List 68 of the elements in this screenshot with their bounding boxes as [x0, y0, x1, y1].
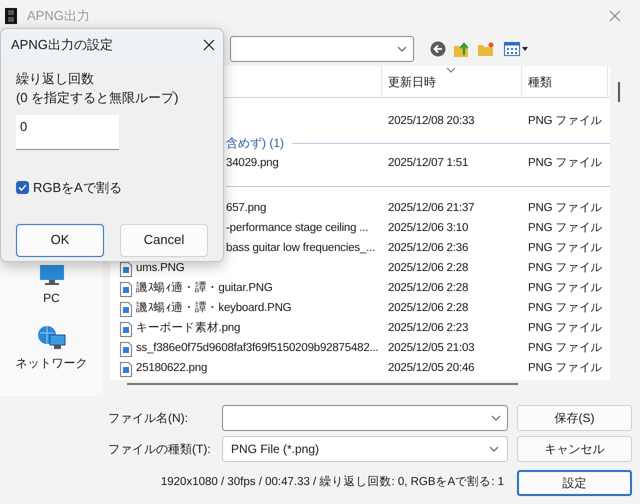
cancel-button[interactable]: Cancel — [120, 224, 208, 256]
loop-count-field[interactable]: 0 — [16, 115, 119, 150]
dialog-title: APNG出力の設定 — [11, 36, 114, 54]
checkbox-label: RGBをAで割る — [33, 179, 122, 197]
type-cell-text: PNG ファイル — [527, 221, 603, 236]
dropdown-value: PNG File (*.png) — [231, 441, 320, 458]
date-cell-text: 2025/12/05 21:03 — [387, 341, 476, 356]
save-button[interactable]: 保存(S) — [517, 405, 632, 431]
type-cell-text: PNG ファイル — [527, 156, 603, 172]
vertical-scrollbar[interactable] — [618, 82, 620, 102]
close-icon[interactable] — [203, 39, 215, 51]
group-header[interactable]: 含めず) (1) — [226, 134, 284, 152]
file-name[interactable]: -performance stage ceiling ... — [226, 220, 368, 238]
file-type-dropdown[interactable]: PNG File (*.png) — [222, 436, 508, 462]
window-title: APNG出力 — [27, 7, 90, 26]
date-cell-text: 2025/12/06 3:10 — [387, 221, 470, 236]
file-name[interactable]: キーボード素材.png — [136, 320, 240, 338]
field-label: ファイル名(N): — [108, 410, 189, 427]
date-cell-text: 2025/12/05 20:46 — [387, 361, 476, 376]
file-name[interactable]: 657.png — [226, 200, 266, 218]
ok-button[interactable]: OK — [16, 224, 104, 256]
file-name[interactable]: ss_f386e0f75d9608faf3f69f5150209b92875482... — [136, 340, 379, 358]
field-label: 繰り返し回数 — [16, 70, 95, 88]
horizontal-scrollbar[interactable] — [127, 383, 518, 385]
checkbox[interactable] — [16, 181, 29, 194]
file-name[interactable]: 譏ｽ蝪ｨ遖・譚・guitar.PNG — [136, 280, 273, 298]
field-label: ファイルの種類(T): — [108, 441, 212, 458]
column-header[interactable]: 更新日時 — [382, 66, 522, 97]
file-name[interactable]: 34029.png — [226, 155, 279, 173]
file-name[interactable]: 譏ｽ蝪ｨ遖・譚・keyboard.PNG — [136, 300, 292, 318]
type-cell-text: PNG ファイル — [527, 281, 603, 296]
chevron-icon — [491, 415, 501, 421]
cancel-button[interactable]: キャンセル — [517, 436, 632, 462]
film-icon — [5, 8, 17, 24]
file-name-field[interactable] — [222, 405, 508, 431]
sidebar-item[interactable]: PC — [43, 289, 60, 307]
chevron-icon — [489, 446, 499, 452]
sidebar-item[interactable]: ネットワーク — [16, 354, 88, 372]
file-name[interactable]: 25180622.png — [136, 360, 208, 378]
file-name[interactable]: bass guitar low frequencies_... — [226, 240, 376, 258]
date-cell-text: 2025/12/07 1:51 — [387, 156, 470, 172]
monitor-icon[interactable] — [38, 264, 64, 286]
date-cell-text: 2025/12/06 2:28 — [387, 301, 470, 316]
date-cell-text: 2025/12/06 2:28 — [387, 261, 470, 276]
path-combo-box[interactable] — [230, 36, 414, 62]
type-cell-text: PNG ファイル — [527, 301, 603, 316]
type-cell-text: PNG ファイル — [527, 114, 603, 130]
file-name[interactable]: ums.PNG — [136, 260, 184, 278]
folder-up-icon[interactable] — [453, 40, 471, 58]
column-header[interactable]: 種類 — [522, 66, 608, 97]
date-cell-text: 2025/12/08 20:33 — [387, 114, 476, 130]
new-folder-icon[interactable] — [477, 41, 495, 57]
chevron-icon — [397, 46, 407, 52]
type-cell-text: PNG ファイル — [527, 241, 603, 256]
status-text: 1920x1080 / 30fps / 00:47.33 / 繰り返し回数: 0, RGBをAで割る: 1 — [160, 474, 505, 490]
date-cell-text: 2025/12/06 2:36 — [387, 241, 470, 256]
view-menu-icon[interactable] — [504, 42, 528, 56]
type-cell-text: PNG ファイル — [527, 261, 603, 276]
field-label: (0 を指定すると無限ループ) — [16, 89, 180, 107]
settings-button[interactable]: 設定 — [517, 470, 632, 496]
type-cell-text: PNG ファイル — [527, 321, 603, 336]
type-cell-text: PNG ファイル — [527, 341, 603, 356]
date-cell-text: 2025/12/06 2:23 — [387, 321, 470, 336]
network-globe-icon[interactable] — [36, 325, 66, 351]
date-cell-text: 2025/12/06 21:37 — [387, 201, 476, 216]
date-cell-text: 2025/12/06 2:28 — [387, 281, 470, 296]
type-cell-text: PNG ファイル — [527, 201, 603, 216]
type-cell-text: PNG ファイル — [527, 361, 603, 376]
